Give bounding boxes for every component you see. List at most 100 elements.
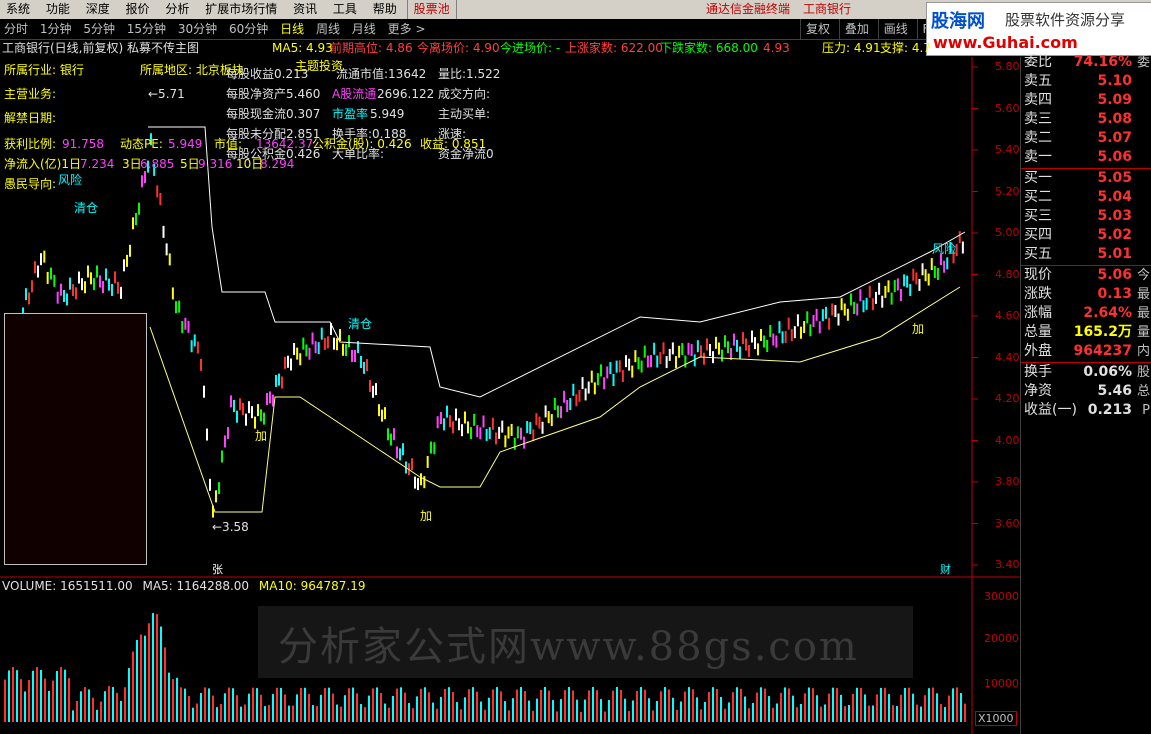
quote-sell-row-value: 5.07 bbox=[1097, 130, 1132, 146]
candle bbox=[501, 420, 504, 433]
volume-bar bbox=[624, 698, 626, 722]
candle bbox=[351, 349, 353, 362]
volume-bar bbox=[596, 690, 598, 722]
candle bbox=[800, 326, 802, 339]
cfps-label: 每股现金流0.307 bbox=[226, 107, 321, 121]
volume-bar bbox=[152, 613, 154, 722]
volume-bar bbox=[436, 708, 438, 722]
logo-slogan: 股票软件资源分享 bbox=[1005, 11, 1126, 29]
overlay-button[interactable]: 叠加 bbox=[838, 19, 874, 39]
quote-stat-row-extra: P bbox=[1142, 403, 1150, 418]
period-tab-1min[interactable]: 1分钟 bbox=[36, 19, 76, 39]
restore-rights-button[interactable]: 复权 bbox=[800, 19, 835, 39]
volume-bar bbox=[324, 688, 326, 722]
volume-bar bbox=[128, 668, 130, 722]
volume-bar bbox=[568, 687, 570, 722]
candle bbox=[566, 399, 569, 412]
guide-label: 愚民导向: bbox=[4, 177, 57, 191]
menu-item-news[interactable]: 资讯 bbox=[287, 0, 323, 19]
period-tab-monthly[interactable]: 月线 bbox=[348, 19, 380, 39]
volume-bar bbox=[60, 667, 62, 722]
candle bbox=[411, 458, 413, 471]
candle bbox=[943, 260, 946, 273]
candle bbox=[345, 344, 347, 357]
candle bbox=[615, 360, 618, 373]
candle bbox=[510, 423, 513, 436]
volume-bar bbox=[224, 693, 226, 722]
menu-item-ext-market[interactable]: 扩展市场行情 bbox=[199, 0, 283, 19]
candle bbox=[317, 342, 320, 355]
inflow-10d: 8.294 bbox=[260, 157, 295, 171]
candle bbox=[803, 321, 806, 334]
vol-ratio-label: 量比:1.522 bbox=[438, 67, 501, 81]
volume-bar bbox=[508, 710, 510, 722]
volume-bar bbox=[304, 687, 306, 722]
volume-bar bbox=[720, 696, 722, 722]
candle bbox=[933, 265, 936, 278]
candle bbox=[593, 382, 596, 395]
menu-item-analysis[interactable]: 分析 bbox=[159, 0, 195, 19]
volume-bar bbox=[888, 694, 890, 722]
quote-stat-row: 涨幅 2.64% 最 bbox=[1021, 304, 1151, 323]
candle bbox=[96, 265, 98, 278]
risk-tag-2: 风险 bbox=[932, 242, 957, 256]
inflow-1d: 7.234 bbox=[80, 157, 115, 171]
period-tab-60min[interactable]: 60分钟 bbox=[225, 19, 272, 39]
volume-bar bbox=[108, 686, 110, 722]
menu-item-tools[interactable]: 工具 bbox=[327, 0, 363, 19]
menu-item-stock-pool[interactable]: 股票池 bbox=[406, 0, 457, 19]
volume-bar bbox=[352, 687, 354, 722]
quote-sell-row-label: 卖五 bbox=[1024, 73, 1052, 89]
volume-bar bbox=[468, 689, 470, 722]
volume-bar bbox=[700, 709, 702, 722]
volume-bar bbox=[308, 694, 310, 722]
volume-bar bbox=[632, 700, 634, 722]
candle bbox=[600, 364, 602, 377]
menu-item-depth[interactable]: 深度 bbox=[80, 0, 116, 19]
volume-bar bbox=[600, 699, 602, 722]
period-tab-weekly[interactable]: 周线 bbox=[312, 19, 344, 39]
volume-bar bbox=[736, 687, 738, 722]
volume-bar bbox=[864, 694, 866, 722]
volume-bar bbox=[416, 696, 418, 722]
menu-item-system[interactable]: 系统 bbox=[0, 0, 36, 19]
menu-item-help[interactable]: 帮助 bbox=[367, 0, 403, 19]
price-tick-label: 5.00 bbox=[995, 226, 1020, 239]
menu-item-quote[interactable]: 报价 bbox=[120, 0, 156, 19]
menu-item-function[interactable]: 功能 bbox=[40, 0, 76, 19]
candle bbox=[390, 433, 392, 446]
volume-bar bbox=[956, 687, 958, 722]
volume-bar bbox=[440, 696, 442, 722]
period-tab-daily[interactable]: 日线 bbox=[276, 19, 308, 39]
volume-bar bbox=[704, 701, 706, 722]
candle bbox=[269, 391, 271, 404]
period-tab-15min[interactable]: 15分钟 bbox=[123, 19, 170, 39]
candle bbox=[311, 332, 314, 345]
volume-bar bbox=[776, 703, 778, 722]
candle bbox=[772, 333, 775, 346]
volume-bar bbox=[420, 688, 422, 722]
quote-stat-row-extra: 今 bbox=[1136, 268, 1150, 283]
candle bbox=[621, 370, 624, 383]
bvps-label: 每股净资产5.460 bbox=[226, 87, 321, 101]
support-value: 支撑: 4.7 bbox=[880, 41, 931, 55]
volume-bar bbox=[868, 705, 870, 722]
candle bbox=[372, 385, 374, 398]
candle bbox=[900, 288, 902, 301]
candle bbox=[75, 287, 77, 300]
period-tab-5min[interactable]: 5分钟 bbox=[79, 19, 119, 39]
volume-bar bbox=[372, 688, 374, 722]
period-tab-30min[interactable]: 30分钟 bbox=[174, 19, 221, 39]
candle bbox=[171, 287, 174, 300]
volume-bar bbox=[940, 704, 942, 722]
quote-buy-row: 买三 5.03 bbox=[1021, 207, 1151, 226]
volume-bar bbox=[876, 694, 878, 722]
volume-bar bbox=[408, 703, 410, 722]
volume-bar bbox=[652, 710, 654, 722]
quote-stat-row-extra: 股 bbox=[1136, 365, 1150, 380]
period-tab-more[interactable]: 更多 > bbox=[384, 19, 430, 39]
candle bbox=[507, 426, 510, 439]
draw-line-button[interactable]: 画线 bbox=[877, 19, 913, 39]
period-tab-intraday[interactable]: 分时 bbox=[0, 19, 32, 39]
candle bbox=[516, 426, 519, 439]
